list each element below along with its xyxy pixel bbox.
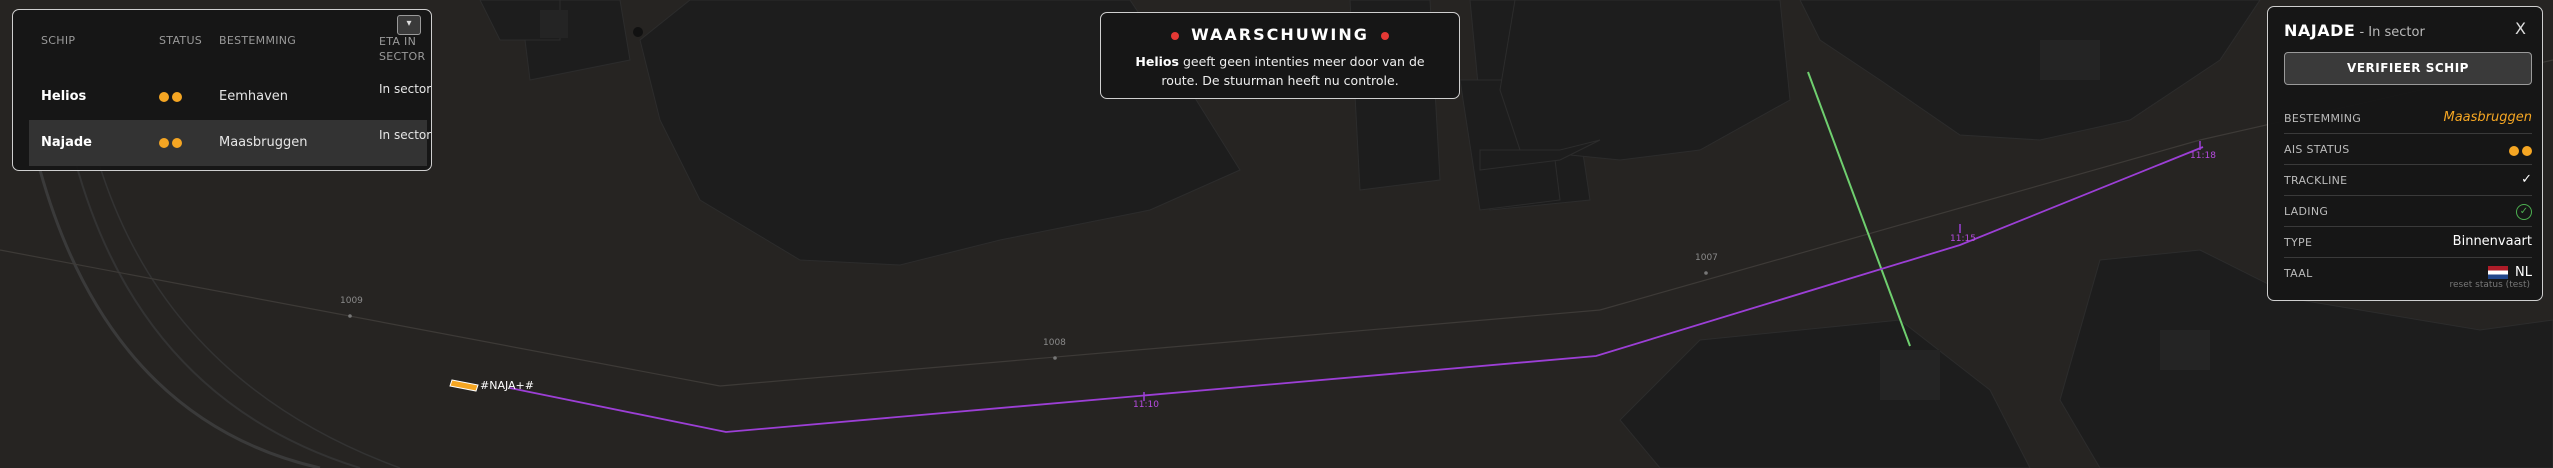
close-button[interactable]: X — [2515, 19, 2526, 38]
row-label: TRACKLINE — [2284, 174, 2348, 187]
detail-row-trackline: TRACKLINE ✓ — [2284, 165, 2532, 196]
detail-row-cargo: LADING ✓ — [2284, 196, 2532, 227]
header-eta: ETA IN SECTOR — [379, 35, 426, 63]
waypoint-label: 1009 — [340, 296, 363, 306]
warning-message: Helios geeft geen intenties meer door va… — [1119, 52, 1441, 90]
alert-dot-icon — [1171, 31, 1180, 40]
table-row[interactable]: Helios Eemhaven In sector — [29, 74, 431, 120]
time-label: 11:15 — [1950, 234, 1976, 244]
ship-eta: In sector — [379, 82, 432, 96]
row-label: BESTEMMING — [2284, 112, 2362, 125]
ship-name: Helios — [41, 89, 87, 104]
time-label: 11:10 — [1133, 400, 1159, 410]
warning-title-text: WAARSCHUWING — [1191, 25, 1369, 44]
row-label: TAAL — [2284, 267, 2313, 280]
ship-list-toggle-button[interactable]: ▾ — [397, 15, 421, 35]
destination-value: Maasbruggen — [2443, 110, 2533, 125]
language-value: NL — [2515, 265, 2532, 280]
row-label: LADING — [2284, 205, 2329, 218]
warning-panel: WAARSCHUWING Helios geeft geen intenties… — [1100, 12, 1460, 99]
ship-destination: Maasbruggen — [219, 135, 308, 150]
ship-detail-panel: NAJADE - In sector X VERIFIEER SCHIP BES… — [2267, 6, 2543, 301]
netherlands-flag-icon — [2488, 266, 2509, 279]
reset-status-link[interactable]: reset status (test) — [2450, 280, 2530, 290]
alert-dot-icon — [1380, 31, 1389, 40]
detail-header: NAJADE - In sector — [2284, 21, 2425, 40]
type-value: Binnenvaart — [2452, 234, 2532, 249]
ais-status-dots — [159, 135, 215, 150]
ship-list-panel: ▾ SCHIP STATUS BESTEMMING ETA IN SECTOR … — [12, 9, 432, 171]
ship-name: Najade — [41, 135, 93, 150]
check-circle-icon: ✓ — [2516, 203, 2532, 220]
ship-destination: Eemhaven — [219, 89, 289, 104]
waypoint-label: 1007 — [1695, 253, 1718, 263]
chevron-down-icon: ▾ — [406, 18, 412, 29]
check-icon: ✓ — [2521, 172, 2532, 187]
ship-eta: In sector — [379, 128, 432, 142]
language-value-wrap: NL — [2488, 265, 2532, 280]
detail-row-ais: AIS STATUS — [2284, 134, 2532, 165]
verify-ship-button[interactable]: VERIFIEER SCHIP — [2284, 52, 2532, 85]
row-label: AIS STATUS — [2284, 143, 2350, 156]
waypoint-label: 1008 — [1043, 338, 1066, 348]
detail-separator: - — [2355, 25, 2369, 40]
warning-ship-name: Helios — [1135, 54, 1179, 69]
header-destination: BESTEMMING — [219, 34, 297, 47]
detail-status: In sector — [2368, 25, 2425, 40]
warning-title: WAARSCHUWING — [1101, 25, 1459, 44]
ship-label: #NAJA+# — [480, 379, 534, 392]
detail-ship-name: NAJADE — [2284, 21, 2356, 40]
ship-list-header: SCHIP STATUS BESTEMMING ETA IN SECTOR — [29, 34, 425, 66]
table-row[interactable]: Najade Maasbruggen In sector — [29, 120, 431, 166]
ais-status-dots — [159, 89, 215, 104]
ais-status-dots — [2509, 143, 2532, 158]
warning-message-text: geeft geen intenties meer door van de ro… — [1161, 54, 1425, 88]
detail-row-type: TYPE Binnenvaart — [2284, 227, 2532, 258]
row-label: TYPE — [2284, 236, 2313, 249]
time-label: 11:18 — [2190, 151, 2216, 161]
detail-row-destination: BESTEMMING Maasbruggen — [2284, 103, 2532, 134]
header-status: STATUS — [159, 34, 203, 47]
header-ship: SCHIP — [41, 34, 76, 47]
